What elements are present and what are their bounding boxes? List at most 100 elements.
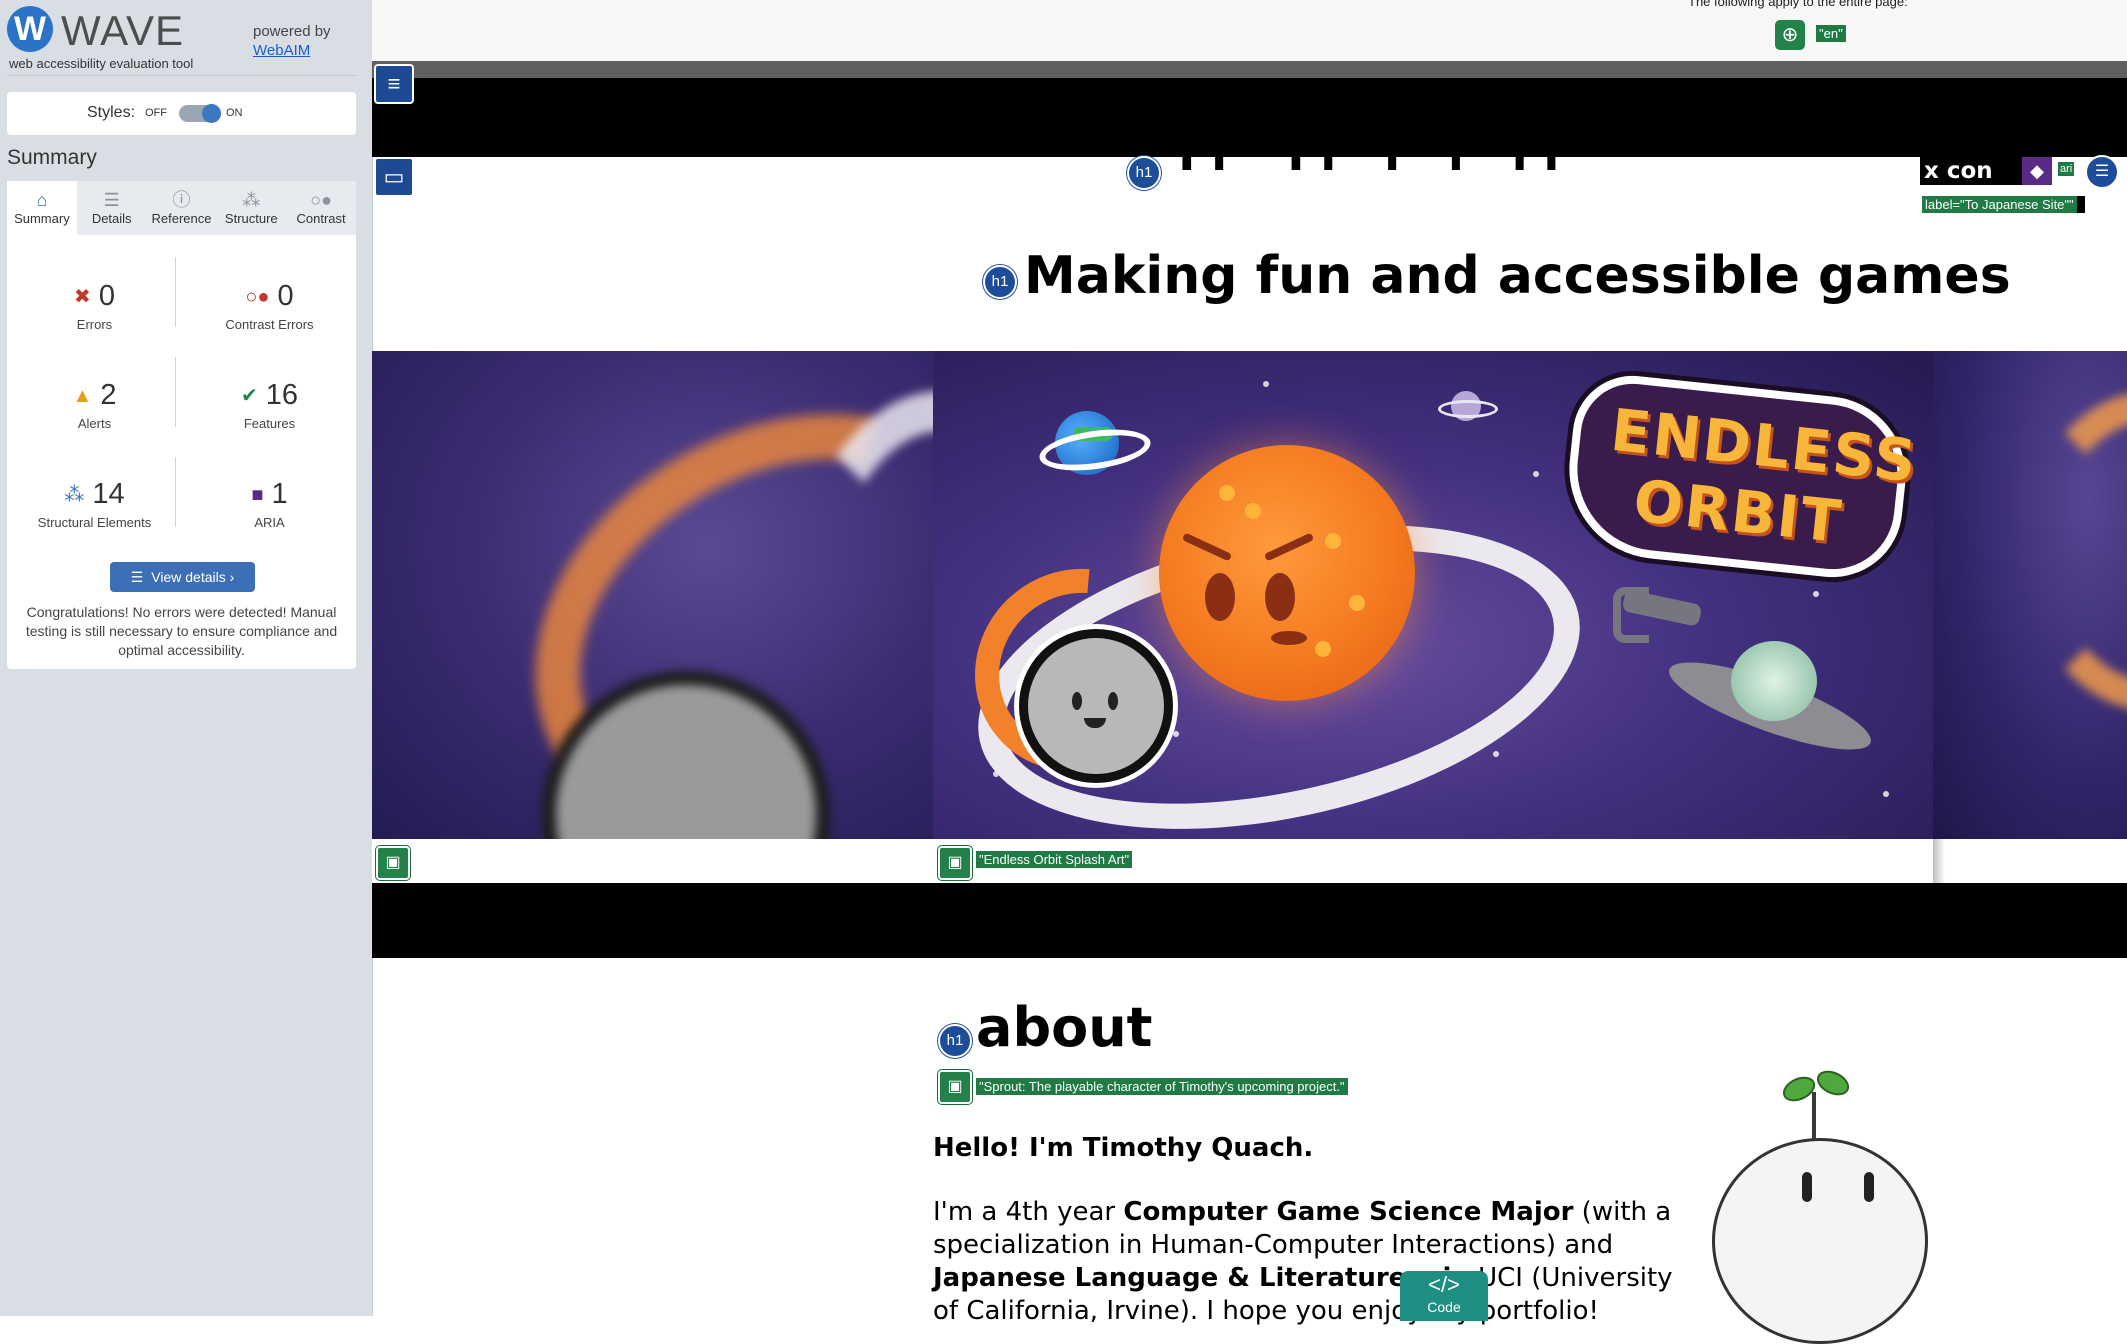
tab-contrast[interactable]: ○● Contrast	[286, 181, 356, 235]
h1-marker-icon[interactable]: h1	[1127, 156, 1161, 190]
intro-text: I'm a 4th year	[933, 1197, 1124, 1227]
errors-label: Errors	[76, 317, 113, 332]
globe-icon[interactable]: ⊕	[1775, 20, 1805, 50]
wave-name: WAVE	[61, 7, 185, 54]
aria-label-badge: label="To Japanese Site""	[1922, 196, 2085, 213]
clipped-title: Ꞁꞁ Ꞁꞁ ꞁ ꞁ ꞁꞁ	[1166, 148, 1575, 170]
carousel-next-slide[interactable]	[1933, 351, 2127, 839]
aria-count: 1	[271, 478, 288, 510]
h1-marker-icon[interactable]: h1	[983, 265, 1017, 299]
view-details-label: View details ›	[151, 569, 235, 585]
styles-on-label: ON	[226, 107, 243, 119]
page-title: Making fun and accessible games	[1024, 246, 2011, 306]
wave-logo-icon: W	[7, 6, 53, 52]
header-black-bar	[372, 78, 2127, 157]
tab-details[interactable]: ☰ Details	[77, 181, 147, 235]
slide-shadow	[1933, 839, 1945, 883]
tab-summary-label: Summary	[14, 211, 70, 226]
sun-spot	[1315, 641, 1331, 657]
sprout-eye	[1864, 1172, 1874, 1202]
tab-contrast-label: Contrast	[296, 211, 346, 226]
sun-brow	[1263, 532, 1315, 562]
nav-x-con[interactable]: x con	[1920, 157, 2024, 185]
info-icon: ⓘ	[172, 190, 191, 210]
wave-brand: W WAVE web accessibility evaluation tool…	[7, 6, 367, 74]
sun-eye	[1265, 573, 1295, 621]
sun-eye	[1205, 573, 1235, 621]
summary-heading: Summary	[7, 146, 97, 169]
section-black-bar	[372, 883, 2127, 958]
features-count: 16	[265, 379, 299, 411]
sprout-character-image	[1700, 1065, 1930, 1344]
contrast-icon: ○●	[310, 190, 332, 210]
aria-icon: ■	[251, 484, 264, 507]
tab-structure[interactable]: ⁂ Structure	[216, 181, 286, 235]
wave-tabs: ⌂ Summary ☰ Details ⓘ Reference ⁂ Struct…	[7, 181, 356, 235]
webaim-link[interactable]: WebAIM	[253, 41, 331, 60]
alert-icon: ▲	[72, 385, 93, 408]
sprout-head	[1712, 1138, 1928, 1344]
errors-count: 0	[98, 280, 115, 312]
powered-by: powered by WebAIM	[253, 22, 331, 60]
star	[1263, 381, 1269, 387]
h1-marker-icon[interactable]: h1	[938, 1024, 972, 1058]
aria-label: ARIA	[254, 515, 285, 530]
lang-badge: "en"	[1816, 25, 1846, 42]
carousel-prev-slide[interactable]	[372, 351, 933, 839]
image-alt-icon[interactable]: ▣	[376, 846, 410, 880]
endless-orbit-logo: ENDLESS ORBIT	[1560, 369, 1921, 585]
view-details-button[interactable]: ☰ View details ›	[110, 562, 255, 592]
error-icon: ✖	[74, 286, 91, 309]
divider	[175, 457, 176, 527]
star	[1493, 751, 1499, 757]
image-alt-icon[interactable]: ▣	[938, 846, 972, 880]
endless-orbit-splash-art: ENDLESS ORBIT	[933, 351, 1933, 839]
congrats-message: Congratulations! No errors were detected…	[25, 604, 338, 658]
styles-toggle[interactable]	[179, 104, 221, 123]
contrast-error-icon: ○●	[245, 286, 270, 309]
structure-icon: ⁂	[64, 484, 85, 507]
header-gray-bar	[372, 61, 2127, 78]
aria-stat[interactable]: ■ 1 ARIA	[182, 477, 357, 530]
summary-panel: ✖ 0 Errors ○● 0 Contrast Errors ▲ 2 Alerts …	[7, 235, 356, 669]
structural-stat[interactable]: ⁂ 14 Structural Elements	[7, 477, 182, 530]
list-icon: ☰	[130, 569, 144, 585]
game-carousel[interactable]: ENDLESS ORBIT ▣ ▣ "Endless Orbit Splash …	[372, 351, 2127, 883]
tab-details-label: Details	[91, 211, 132, 226]
contrast-errors-label: Contrast Errors	[225, 317, 314, 332]
hierarchy-icon: ⁂	[242, 190, 261, 210]
aria-icon[interactable]: ◆	[2022, 157, 2052, 185]
errors-stat[interactable]: ✖ 0 Errors	[7, 279, 182, 332]
tab-reference[interactable]: ⓘ Reference	[147, 181, 217, 235]
features-stat[interactable]: ✔ 16 Features	[182, 378, 357, 431]
tab-summary[interactable]: ⌂ Summary	[7, 181, 77, 235]
divider	[175, 257, 176, 327]
sun-brow	[1181, 532, 1233, 562]
code-toggle-button[interactable]: </> Code	[1400, 1271, 1488, 1321]
styles-off-label: OFF	[145, 107, 167, 119]
sprout-leaf	[1812, 1065, 1854, 1101]
ufo-claw	[1613, 587, 1649, 643]
list-icon: ☰	[103, 190, 120, 210]
image-alt-icon[interactable]: ▣	[938, 1070, 972, 1104]
list-icon[interactable]: ☰	[2085, 155, 2119, 189]
alt-text-badge: "Sprout: The playable character of Timot…	[976, 1078, 1348, 1095]
page-info-strip: The following apply to the entire page: …	[372, 0, 2127, 61]
star	[1813, 591, 1819, 597]
styles-toggle-box: Styles: OFF ON	[7, 92, 356, 135]
contrast-errors-stat[interactable]: ○● 0 Contrast Errors	[182, 279, 357, 332]
sprout-eye	[1802, 1172, 1812, 1202]
header-region-icon[interactable]: ≡	[374, 64, 414, 104]
code-icon: </>	[1428, 1272, 1460, 1297]
wave-sidebar: W WAVE web accessibility evaluation tool…	[0, 0, 373, 1316]
code-label: Code	[1427, 1299, 1461, 1315]
intro-bold: Japanese Language & Literature min	[933, 1263, 1470, 1293]
sun-spot	[1325, 533, 1341, 549]
home-icon: ⌂	[36, 190, 48, 210]
tab-reference-label: Reference	[151, 211, 212, 226]
alerts-label: Alerts	[77, 416, 112, 431]
angry-sun	[1159, 445, 1415, 701]
region-icon[interactable]: ▭	[374, 157, 414, 197]
alerts-stat[interactable]: ▲ 2 Alerts	[7, 378, 182, 431]
intro-paragraph: I'm a 4th year Computer Game Science Maj…	[933, 1196, 1693, 1328]
